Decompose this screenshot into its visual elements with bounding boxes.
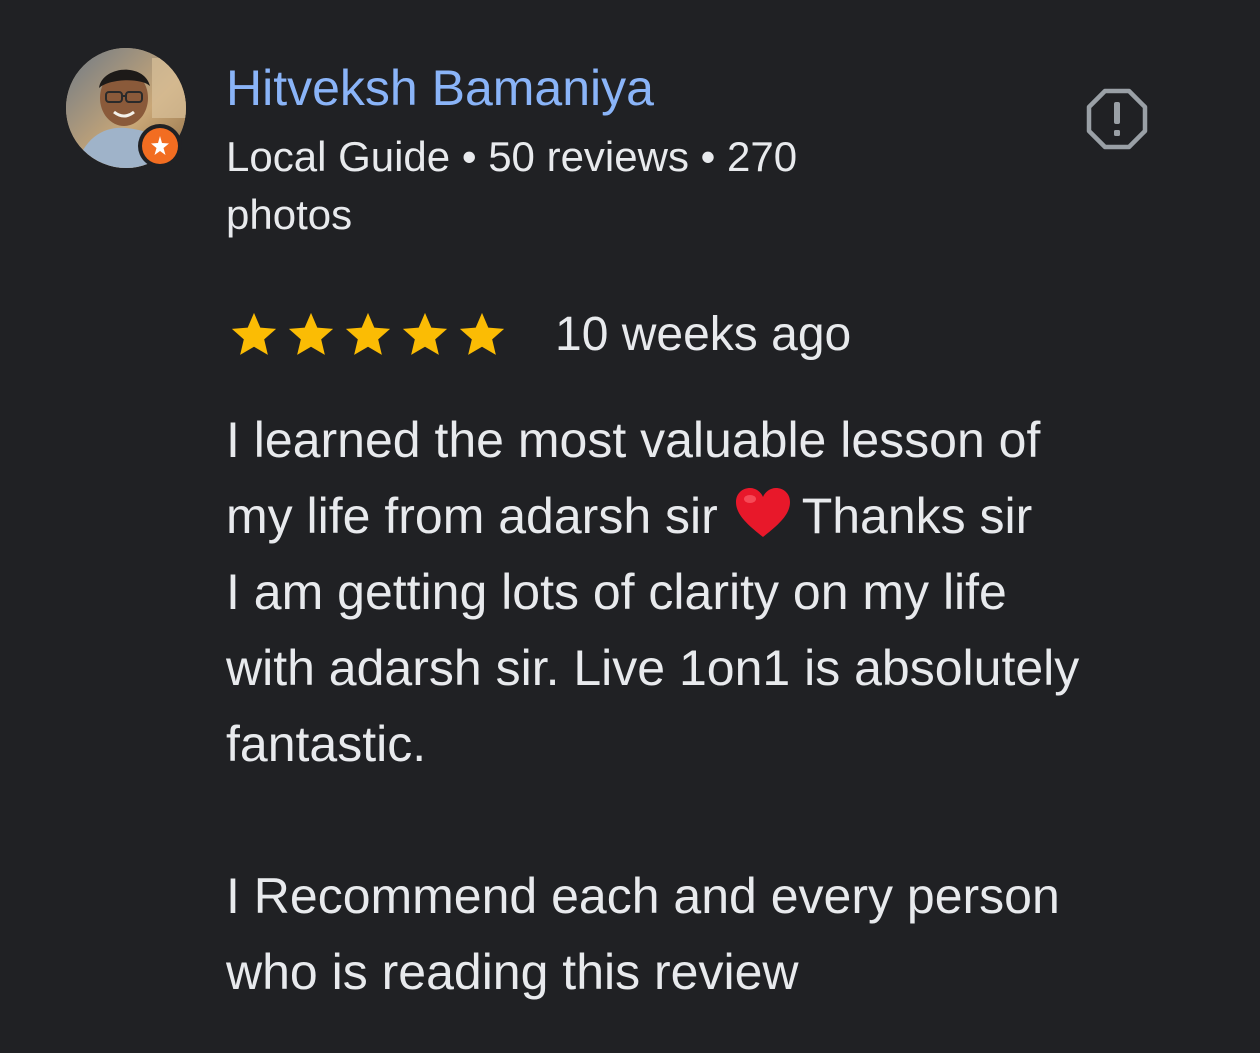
reviewer-name[interactable]: Hitveksh Bamaniya <box>226 58 654 118</box>
review-text-line: who is reading this review <box>226 944 799 1000</box>
star-icon <box>231 312 277 355</box>
review-text-line: my life from adarsh sir Thanks sir <box>226 478 1226 554</box>
star-icon <box>402 312 448 355</box>
review-text-line: fantastic. <box>226 716 427 772</box>
reviewer-avatar-container[interactable] <box>66 48 186 168</box>
review-text-line: with adarsh sir. Live 1on1 is absolutely <box>226 640 1080 696</box>
review-text-segment: Thanks sir <box>801 488 1033 544</box>
red-heart-emoji <box>735 488 790 537</box>
review-text-line: I learned the most valuable lesson of <box>226 412 1041 468</box>
reviewer-meta: Local Guide • 50 reviews • 270 photos <box>226 133 798 238</box>
star-rating <box>228 309 513 361</box>
rating-row: 10 weeks ago <box>228 305 851 365</box>
star-icon <box>459 312 505 355</box>
local-guide-badge <box>138 124 182 168</box>
review-card: Hitveksh Bamaniya Local Guide • 50 revie… <box>0 0 1260 1053</box>
star-icon <box>288 312 334 355</box>
review-text: I learned the most valuable lesson of my… <box>226 402 1226 1010</box>
review-text-line: I Recommend each and every person <box>226 868 1060 924</box>
report-flag-icon <box>1086 88 1148 150</box>
review-text-line: I am getting lots of clarity on my life <box>226 564 1007 620</box>
report-review-button[interactable] <box>1084 86 1150 152</box>
star-icon <box>345 312 391 355</box>
review-time: 10 weeks ago <box>555 308 852 361</box>
local-guide-star-icon <box>142 128 178 164</box>
review-text-segment: my life from adarsh sir <box>226 488 718 544</box>
